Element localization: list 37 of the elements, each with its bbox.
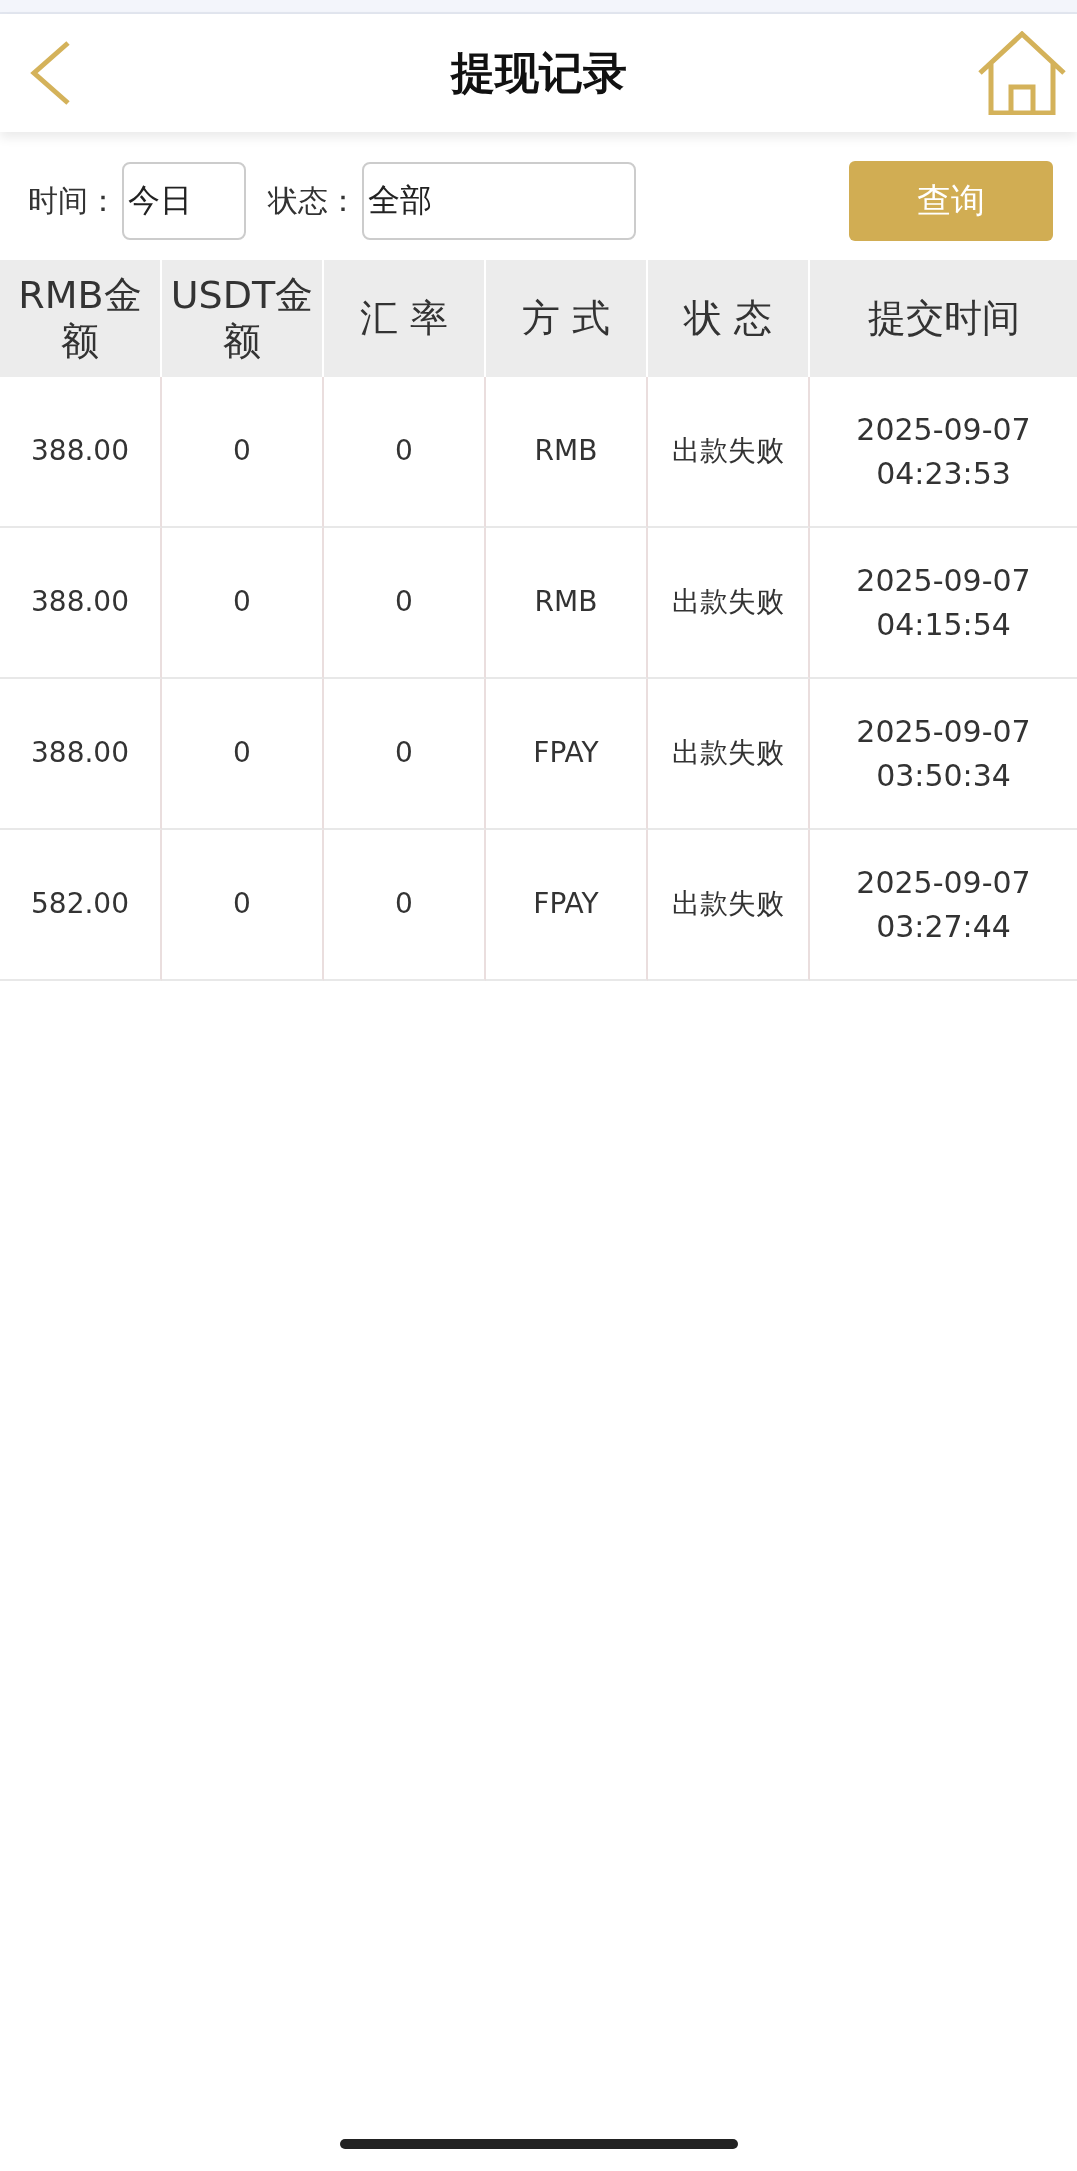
table-cell: 0	[162, 679, 324, 830]
table-cell: 0	[162, 830, 324, 981]
page-title: 提现记录	[450, 46, 627, 98]
table-cell: 出款失败	[648, 528, 810, 679]
table-cell: 388.00	[0, 528, 162, 679]
table-cell: 0	[162, 528, 324, 679]
column-header: 状 态	[648, 260, 810, 377]
table-cell: 0	[324, 679, 486, 830]
back-icon[interactable]	[30, 41, 72, 105]
table-cell: 0	[324, 528, 486, 679]
column-header: 方 式	[486, 260, 648, 377]
table-cell: 2025-09-07 04:15:54	[810, 528, 1077, 679]
table-cell: 0	[324, 377, 486, 528]
column-header: 汇 率	[324, 260, 486, 377]
table-cell: 388.00	[0, 679, 162, 830]
filter-label: 时间：	[28, 181, 118, 220]
table-cell: FPAY	[486, 679, 648, 830]
table-cell: 出款失败	[648, 830, 810, 981]
table-cell: 0	[162, 377, 324, 528]
home-icon[interactable]	[977, 31, 1067, 115]
column-header: 提交时间	[810, 260, 1077, 377]
table-cell: 0	[324, 830, 486, 981]
table-cell: FPAY	[486, 830, 648, 981]
filter-field[interactable]: 今日	[122, 162, 246, 240]
table-cell: 2025-09-07 03:50:34	[810, 679, 1077, 830]
filter-field[interactable]: 全部	[362, 162, 636, 240]
filter-label: 状态：	[268, 181, 358, 220]
table-cell: 出款失败	[648, 377, 810, 528]
table-cell: 582.00	[0, 830, 162, 981]
table-cell: RMB	[486, 377, 648, 528]
table-cell: 388.00	[0, 377, 162, 528]
table-cell: 出款失败	[648, 679, 810, 830]
column-header: RMB金额	[0, 260, 162, 377]
table-cell: RMB	[486, 528, 648, 679]
column-header: USDT金额	[162, 260, 324, 377]
table-cell: 2025-09-07 03:27:44	[810, 830, 1077, 981]
table-cell: 2025-09-07 04:23:53	[810, 377, 1077, 528]
